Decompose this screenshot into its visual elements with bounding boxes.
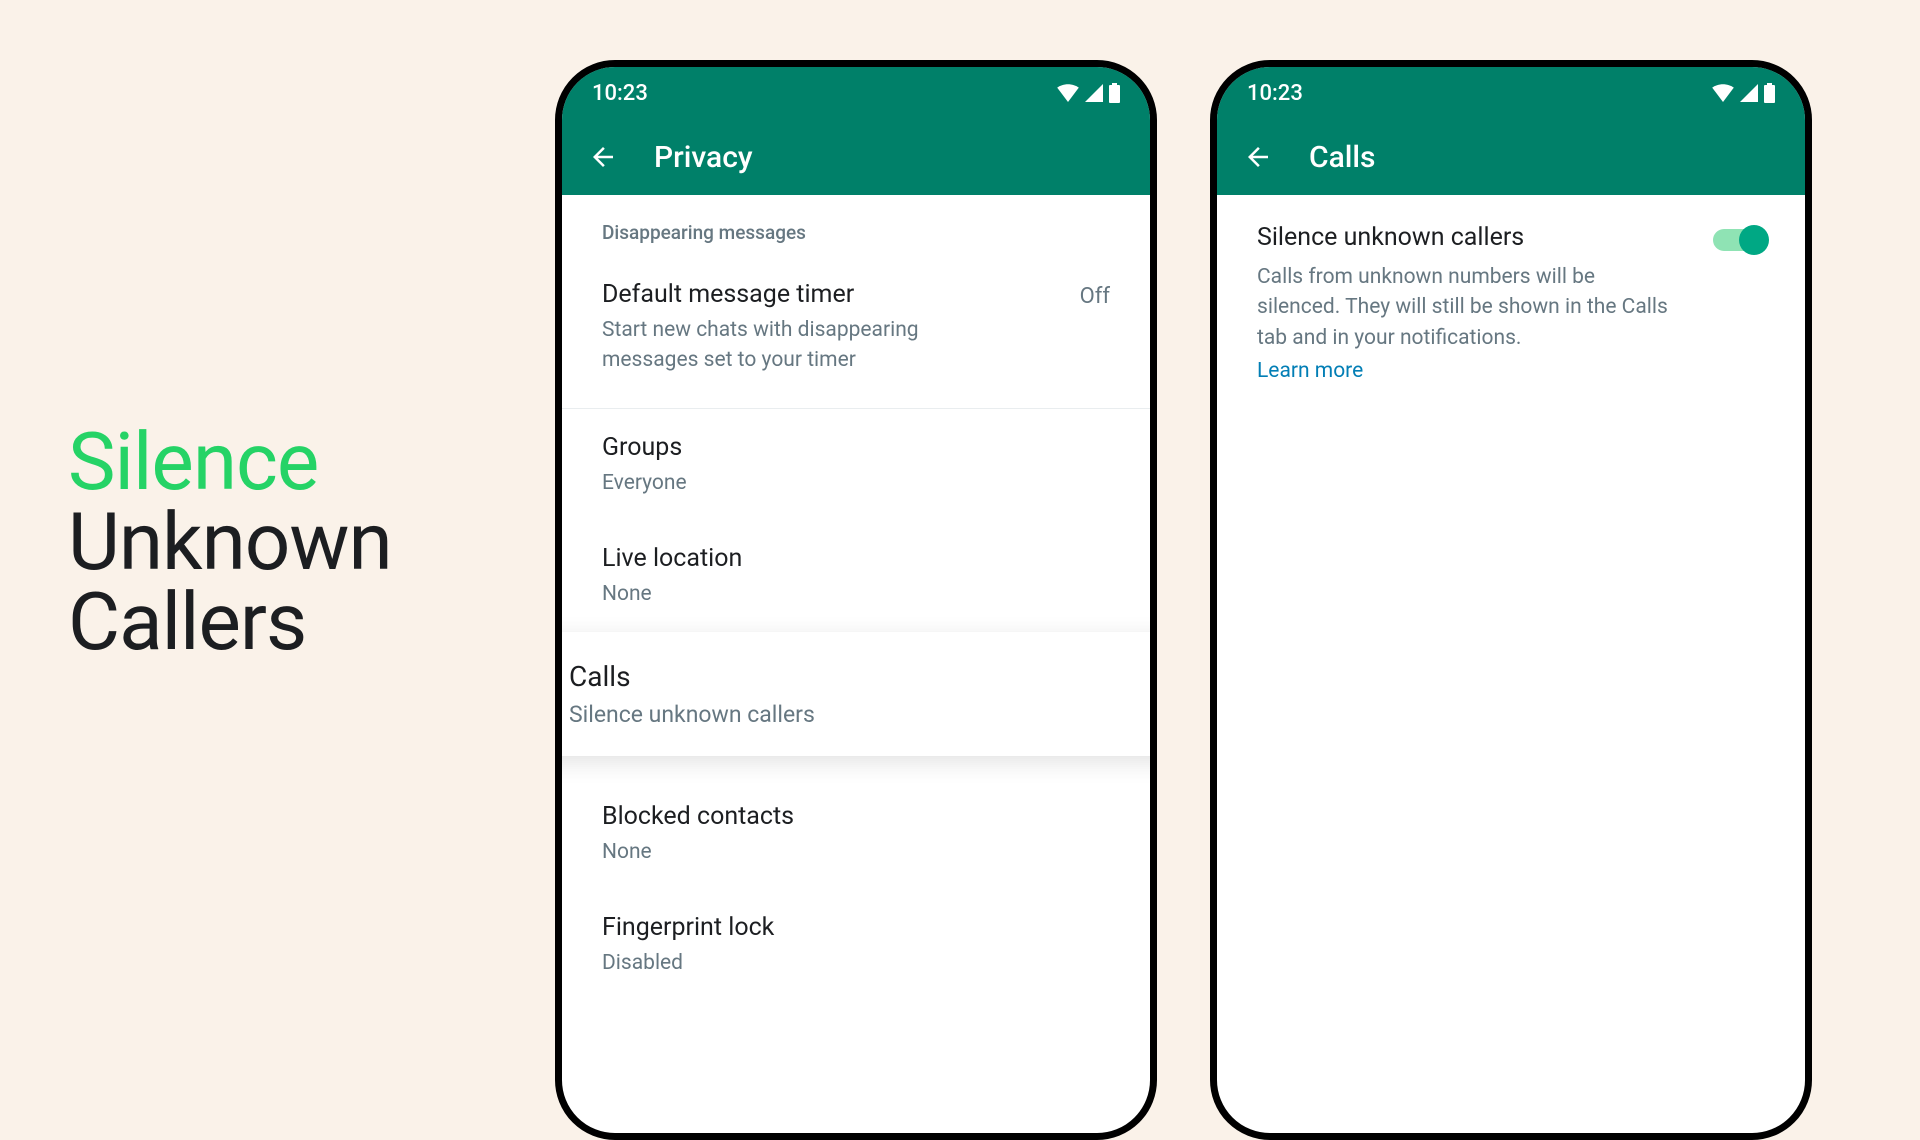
- setting-description: Calls from unknown numbers will be silen…: [1257, 262, 1677, 353]
- learn-more-link[interactable]: Learn more: [1257, 359, 1693, 383]
- row-title: Calls: [569, 660, 1157, 693]
- arrow-left-icon: [1243, 142, 1273, 172]
- headline-line-1: Silence: [68, 422, 392, 502]
- divider: [562, 408, 1150, 409]
- row-subtitle: Disabled: [602, 948, 1002, 978]
- app-bar: Privacy: [562, 119, 1150, 195]
- status-time: 10:23: [1247, 81, 1303, 106]
- row-subtitle: None: [602, 837, 1002, 867]
- phone-calls-screen: 10:23 Calls Silence unknown callers Call…: [1210, 60, 1812, 1140]
- back-button[interactable]: [588, 142, 618, 172]
- row-live-location[interactable]: Live location None: [562, 516, 1150, 627]
- status-time: 10:23: [592, 81, 648, 106]
- row-subtitle: Start new chats with disappearing messag…: [602, 315, 1002, 376]
- row-title: Default message timer: [602, 280, 1110, 309]
- status-icons: [1712, 83, 1775, 103]
- app-bar: Calls: [1217, 119, 1805, 195]
- status-icons: [1057, 83, 1120, 103]
- row-value: Off: [1080, 284, 1110, 309]
- silence-callers-toggle[interactable]: [1713, 229, 1765, 251]
- row-subtitle: None: [602, 579, 1002, 609]
- row-title: Live location: [602, 544, 1110, 573]
- row-silence-unknown-callers[interactable]: Silence unknown callers Calls from unkno…: [1217, 195, 1805, 403]
- status-bar: 10:23: [562, 67, 1150, 119]
- screen-title: Calls: [1309, 140, 1376, 175]
- settings-content: Silence unknown callers Calls from unkno…: [1217, 195, 1805, 403]
- row-default-message-timer[interactable]: Default message timer Start new chats wi…: [562, 262, 1150, 394]
- feature-headline: Silence Unknown Callers: [68, 422, 392, 662]
- signal-icon: [1740, 84, 1758, 102]
- arrow-left-icon: [588, 142, 618, 172]
- row-title: Fingerprint lock: [602, 913, 1110, 942]
- screen-title: Privacy: [654, 140, 753, 175]
- row-title: Blocked contacts: [602, 802, 1110, 831]
- row-blocked-contacts[interactable]: Blocked contacts None: [562, 778, 1150, 885]
- row-groups[interactable]: Groups Everyone: [562, 415, 1150, 516]
- wifi-icon: [1057, 84, 1079, 102]
- toggle-knob-icon: [1739, 225, 1769, 255]
- row-title: Groups: [602, 433, 1110, 462]
- wifi-icon: [1712, 84, 1734, 102]
- phone-privacy-screen: 10:23 Privacy Disappearing messages Defa…: [555, 60, 1157, 1140]
- battery-icon: [1764, 83, 1775, 103]
- row-fingerprint-lock[interactable]: Fingerprint lock Disabled: [562, 885, 1150, 996]
- setting-title: Silence unknown callers: [1257, 223, 1693, 252]
- headline-line-3: Callers: [68, 582, 392, 662]
- back-button[interactable]: [1243, 142, 1273, 172]
- row-subtitle: Silence unknown callers: [569, 701, 1157, 728]
- settings-content: Disappearing messages Default message ti…: [562, 195, 1150, 997]
- signal-icon: [1085, 84, 1103, 102]
- row-subtitle: Everyone: [602, 468, 1002, 498]
- row-calls-highlighted[interactable]: Calls Silence unknown callers: [555, 632, 1157, 756]
- section-header-disappearing: Disappearing messages: [562, 195, 1150, 262]
- headline-line-2: Unknown: [68, 502, 392, 582]
- status-bar: 10:23: [1217, 67, 1805, 119]
- battery-icon: [1109, 83, 1120, 103]
